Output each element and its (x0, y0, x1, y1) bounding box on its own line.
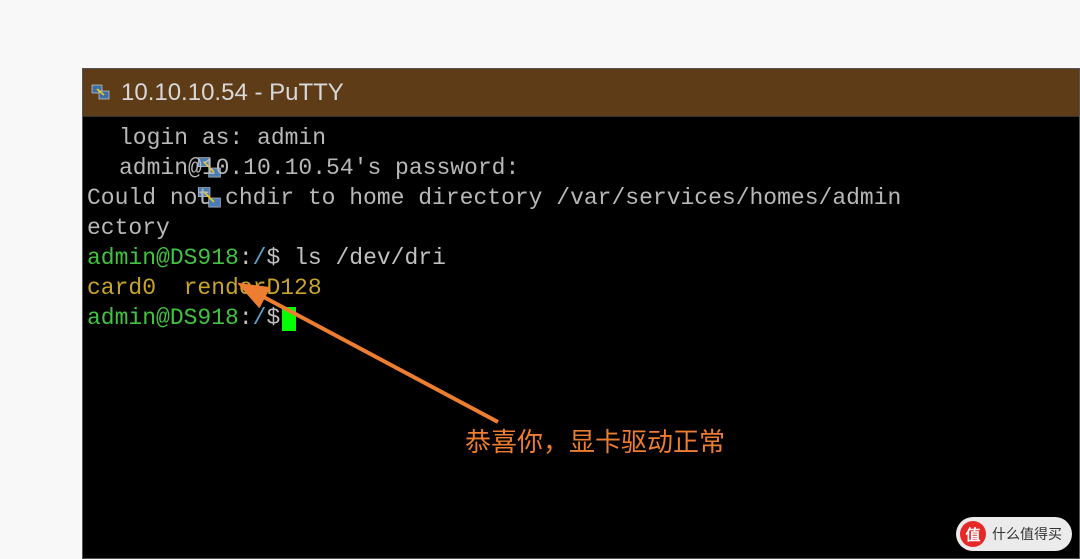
prompt-path: / (253, 305, 267, 331)
ls-output-item: card0 (87, 275, 156, 301)
prompt-sep: : (239, 305, 253, 331)
putty-window: 10.10.10.54 - PuTTY login as: admin (82, 68, 1080, 559)
prompt-userhost: admin@DS918 (87, 245, 239, 271)
error-text-cont: ectory (87, 215, 170, 241)
titlebar[interactable]: 10.10.10.54 - PuTTY (83, 69, 1079, 117)
terminal-cursor (282, 307, 296, 331)
prompt-userhost: admin@DS918 (87, 305, 239, 331)
prompt-symbol: $ (266, 245, 280, 271)
terminal-line: Could not chdir to home directory /var/s… (87, 183, 1075, 213)
terminal-line: login as: admin (87, 123, 1075, 153)
watermark-text: 什么值得买 (992, 524, 1062, 544)
ls-output-item: renderD128 (184, 275, 322, 301)
command-text: ls /dev/dri (280, 245, 446, 271)
network-icon (87, 155, 113, 181)
terminal-body[interactable]: login as: admin admin@10.10.10.54's pass… (83, 117, 1079, 339)
window-title: 10.10.10.54 - PuTTY (121, 79, 344, 107)
terminal-line: admin@DS918:/$ ls /dev/dri (87, 243, 1075, 273)
error-text: Could not chdir to home directory /var/s… (87, 185, 901, 211)
watermark-badge: 值 (960, 521, 986, 547)
terminal-line: admin@10.10.10.54's password: (87, 153, 1075, 183)
terminal-line: card0 renderD128 (87, 273, 1075, 303)
prompt-symbol: $ (266, 305, 280, 331)
network-icon (87, 125, 113, 151)
annotation-label: 恭喜你，显卡驱动正常 (465, 427, 725, 457)
terminal-line: admin@DS918:/$ (87, 303, 1075, 333)
putty-icon (91, 83, 111, 103)
output-spacer (156, 275, 184, 301)
password-prompt-text: admin@10.10.10.54's password: (119, 153, 519, 183)
terminal-line: ectory (87, 213, 1075, 243)
prompt-path: / (253, 245, 267, 271)
watermark: 值 什么值得买 (956, 517, 1072, 551)
login-prompt-text: login as: admin (119, 123, 326, 153)
prompt-sep: : (239, 245, 253, 271)
